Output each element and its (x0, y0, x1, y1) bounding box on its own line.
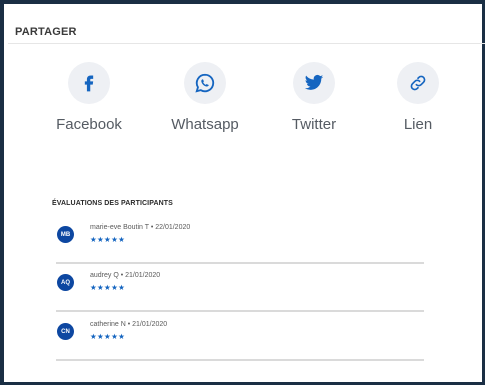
share-link-label: Lien (403, 116, 433, 133)
avatar: MB (57, 226, 74, 243)
header-divider (8, 43, 485, 44)
share-facebook-button[interactable]: Facebook (39, 62, 139, 133)
share-twitter-button[interactable]: Twitter (264, 62, 364, 133)
twitter-icon (293, 62, 335, 104)
ratings-title: ÉVALUATIONS DES PARTICIPANTS (52, 200, 173, 207)
share-buttons: Facebook Whatsapp Twitter Lien (4, 62, 485, 142)
avatar: CN (57, 323, 74, 340)
rating-author: audrey Q • 21/01/2020 (90, 272, 161, 279)
whatsapp-icon (184, 62, 226, 104)
share-panel: PARTAGER Facebook Whatsapp Twitter Lien … (0, 0, 485, 385)
rating-divider (56, 262, 424, 264)
list-item: MB marie-eve Boutin T • 22/01/2020 ★★★★★ (54, 220, 424, 264)
star-rating: ★★★★★ (90, 235, 126, 244)
star-rating: ★★★★★ (90, 283, 126, 292)
rating-divider (56, 359, 424, 361)
share-link-button[interactable]: Lien (368, 62, 468, 133)
star-rating: ★★★★★ (90, 332, 126, 341)
share-whatsapp-button[interactable]: Whatsapp (155, 62, 255, 133)
share-twitter-label: Twitter (291, 116, 337, 133)
avatar: AQ (57, 274, 74, 291)
share-facebook-label: Facebook (56, 116, 122, 133)
share-whatsapp-label: Whatsapp (171, 116, 239, 133)
facebook-icon (68, 62, 110, 104)
rating-author: marie-eve Boutin T • 22/01/2020 (90, 224, 191, 231)
rating-author: catherine N • 21/01/2020 (90, 321, 168, 328)
list-item: CN catherine N • 21/01/2020 ★★★★★ (54, 317, 424, 361)
list-item: AQ audrey Q • 21/01/2020 ★★★★★ (54, 268, 424, 312)
link-icon (397, 62, 439, 104)
share-title: PARTAGER (15, 26, 77, 38)
rating-divider (56, 310, 424, 312)
